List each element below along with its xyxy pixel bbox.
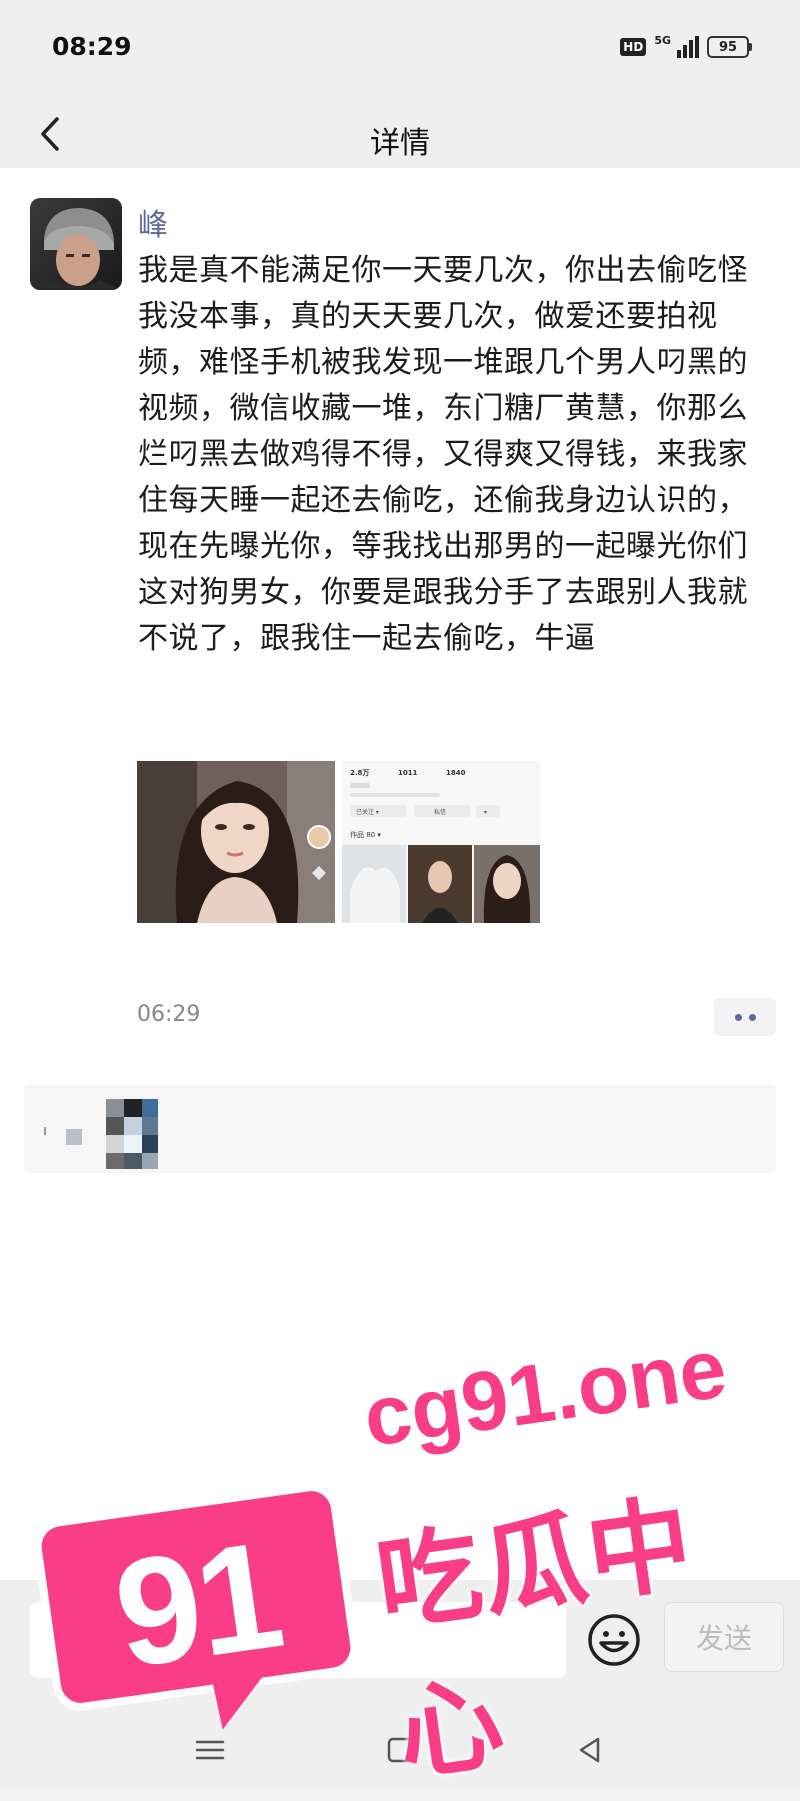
more-actions-button[interactable] xyxy=(714,998,776,1036)
post-detail: 峰 我是真不能满足你一天要几次，你出去偷吃怪我没本事，真的天天要几次，做爱还要拍… xyxy=(0,168,800,1580)
status-icons: HD 5G 95 xyxy=(620,34,752,60)
author-name[interactable]: 峰 xyxy=(138,200,168,244)
status-time: 08:29 xyxy=(52,32,132,61)
triangle-back-icon[interactable] xyxy=(566,1728,614,1772)
profile-stat: 1011 xyxy=(398,769,418,777)
selfie-photo[interactable] xyxy=(137,761,335,923)
works-tab-label: 作品 80 ▾ xyxy=(350,830,381,839)
battery-icon: 95 xyxy=(707,36,752,58)
profile-stat: 2.8万 xyxy=(350,769,369,777)
status-bar: 08:29 HD 5G 95 xyxy=(0,0,800,100)
post-text: 我是真不能满足你一天要几次，你出去偷吃怪我没本事，真的天天要几次，做爱还要拍视频… xyxy=(138,253,748,656)
dropdown-label: ▾ xyxy=(484,809,487,816)
square-home-icon[interactable] xyxy=(376,1728,424,1772)
network-type: 5G xyxy=(654,34,671,47)
comment-input[interactable] xyxy=(30,1602,532,1678)
send-button[interactable]: 发送 xyxy=(664,1602,784,1672)
follow-button-label: 已关注 ▾ xyxy=(356,808,379,816)
comment-input-wrapper xyxy=(30,1602,566,1678)
profile-stat: 1840 xyxy=(446,769,466,777)
comment-bar: 发送 xyxy=(0,1580,800,1787)
menu-icon[interactable] xyxy=(186,1728,234,1772)
battery-level: 95 xyxy=(707,36,749,58)
profile-screenshot[interactable]: 2.8万 1011 1840 已关注 ▾ 私信 ▾ 作品 80 ▾ xyxy=(342,761,540,923)
avatar[interactable] xyxy=(30,198,122,290)
likes-comments-box xyxy=(24,1085,776,1173)
hd-icon: HD xyxy=(620,38,647,56)
smiley-icon[interactable] xyxy=(586,1612,642,1668)
signal-icon xyxy=(677,36,699,58)
post-time: 06:29 xyxy=(137,1002,201,1027)
page-title: 详情 xyxy=(370,126,430,161)
nav-bar: 详情 xyxy=(0,100,800,168)
message-button-label: 私信 xyxy=(434,808,446,816)
blurred-content xyxy=(44,1099,158,1169)
